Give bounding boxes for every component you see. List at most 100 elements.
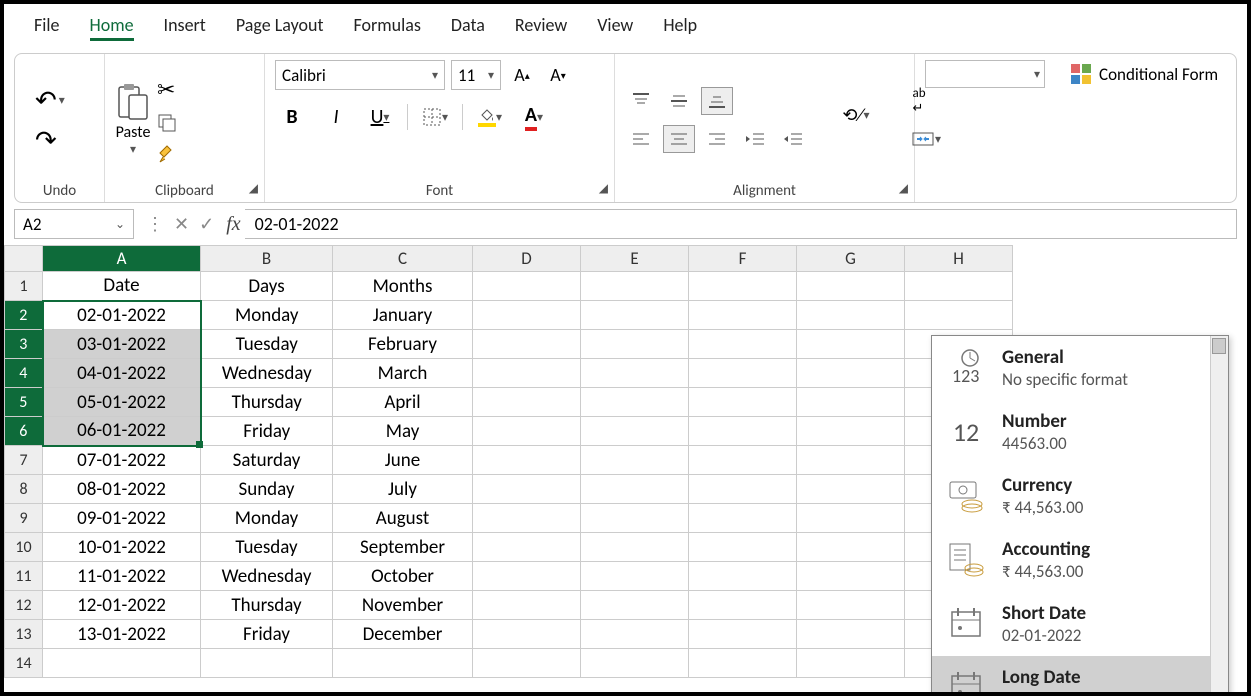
dropdown-scrollbar[interactable] — [1210, 336, 1228, 692]
cell[interactable]: June — [333, 446, 473, 475]
clipboard-launcher[interactable]: ◢ — [249, 181, 258, 196]
cell[interactable] — [473, 533, 581, 562]
cell[interactable] — [797, 330, 905, 359]
cell[interactable] — [797, 388, 905, 417]
cell[interactable]: September — [333, 533, 473, 562]
cell[interactable]: 05-01-2022 — [43, 388, 201, 417]
cell[interactable] — [473, 417, 581, 446]
cell[interactable]: Saturday — [201, 446, 333, 475]
cell[interactable] — [581, 533, 689, 562]
cell[interactable] — [581, 649, 689, 678]
alignment-launcher[interactable]: ◢ — [899, 181, 908, 196]
cell[interactable]: 12-01-2022 — [43, 591, 201, 620]
tab-review[interactable]: Review — [515, 12, 567, 41]
cell[interactable] — [905, 301, 1013, 330]
align-center-button[interactable] — [663, 125, 695, 153]
name-box[interactable]: A2⌄ — [14, 209, 134, 239]
align-right-button[interactable] — [701, 125, 733, 153]
cell[interactable]: Days — [201, 272, 333, 301]
col-header-d[interactable]: D — [473, 246, 581, 272]
cell[interactable] — [473, 272, 581, 301]
cell[interactable]: 03-01-2022 — [43, 330, 201, 359]
format-option-number[interactable]: 12 Number 44563.00 — [932, 400, 1228, 464]
tab-file[interactable]: File — [34, 12, 60, 41]
row-header[interactable]: 1 — [5, 272, 43, 301]
select-all-button[interactable] — [5, 246, 43, 272]
increase-indent-button[interactable] — [777, 125, 809, 153]
format-option-shortdate[interactable]: Short Date 02-01-2022 — [932, 592, 1228, 656]
cell[interactable] — [797, 272, 905, 301]
fx-button[interactable]: fx — [226, 213, 240, 236]
row-header[interactable]: 10 — [5, 533, 43, 562]
cell[interactable]: Months — [333, 272, 473, 301]
align-top-button[interactable] — [625, 87, 657, 115]
tab-formulas[interactable]: Formulas — [354, 12, 421, 41]
cell[interactable] — [689, 417, 797, 446]
row-header[interactable]: 4 — [5, 359, 43, 388]
tab-view[interactable]: View — [597, 12, 633, 41]
increase-font-button[interactable]: A▴ — [507, 60, 537, 90]
cell[interactable] — [581, 475, 689, 504]
formula-options-icon[interactable]: ⋮ — [146, 213, 164, 235]
underline-button[interactable]: U ▾ — [363, 102, 397, 132]
accept-formula-button[interactable]: ✓ — [199, 213, 214, 235]
cell[interactable]: Date — [43, 272, 201, 301]
cell[interactable]: Friday — [201, 620, 333, 649]
cancel-formula-button[interactable]: ✕ — [174, 213, 189, 235]
cell[interactable]: 13-01-2022 — [43, 620, 201, 649]
orientation-button[interactable]: ⟲⁄ ▾ — [833, 101, 879, 129]
tab-home[interactable]: Home — [90, 12, 134, 41]
cell[interactable]: Tuesday — [201, 330, 333, 359]
align-left-button[interactable] — [625, 125, 657, 153]
cell[interactable] — [473, 388, 581, 417]
fill-color-button[interactable]: ▾ — [473, 102, 507, 132]
cell[interactable] — [689, 591, 797, 620]
cell[interactable] — [797, 446, 905, 475]
cell[interactable]: 04-01-2022 — [43, 359, 201, 388]
cell[interactable]: Monday — [201, 301, 333, 330]
cell[interactable] — [473, 504, 581, 533]
cell[interactable] — [581, 504, 689, 533]
col-header-g[interactable]: G — [797, 246, 905, 272]
cell[interactable]: January — [333, 301, 473, 330]
cell[interactable]: 10-01-2022 — [43, 533, 201, 562]
row-header[interactable]: 7 — [5, 446, 43, 475]
cell[interactable] — [905, 272, 1013, 301]
font-name-select[interactable]: Calibri▾ — [275, 60, 445, 90]
decrease-indent-button[interactable] — [739, 125, 771, 153]
cell[interactable]: 11-01-2022 — [43, 562, 201, 591]
cell[interactable]: July — [333, 475, 473, 504]
cell[interactable] — [689, 301, 797, 330]
cell[interactable]: October — [333, 562, 473, 591]
undo-button[interactable]: ↶▾ — [35, 84, 65, 116]
format-option-longdate[interactable]: Long Date 02 January 2022 — [932, 656, 1228, 692]
cell[interactable] — [797, 301, 905, 330]
cell[interactable] — [473, 330, 581, 359]
cell[interactable]: Thursday — [201, 388, 333, 417]
cell[interactable] — [797, 359, 905, 388]
cell[interactable]: August — [333, 504, 473, 533]
cell[interactable]: December — [333, 620, 473, 649]
row-header[interactable]: 5 — [5, 388, 43, 417]
cell[interactable] — [797, 591, 905, 620]
row-header[interactable]: 8 — [5, 475, 43, 504]
cell[interactable]: Friday — [201, 417, 333, 446]
row-header[interactable]: 13 — [5, 620, 43, 649]
cell[interactable]: November — [333, 591, 473, 620]
cell[interactable] — [581, 359, 689, 388]
cell[interactable]: 09-01-2022 — [43, 504, 201, 533]
col-header-h[interactable]: H — [905, 246, 1013, 272]
bold-button[interactable]: B — [275, 102, 309, 132]
tab-pagelayout[interactable]: Page Layout — [236, 12, 324, 41]
row-header[interactable]: 6 — [5, 417, 43, 446]
cell[interactable] — [581, 272, 689, 301]
cell[interactable] — [581, 591, 689, 620]
cell[interactable]: May — [333, 417, 473, 446]
cell[interactable] — [797, 620, 905, 649]
cell[interactable]: 06-01-2022 — [43, 417, 201, 446]
align-middle-button[interactable] — [663, 87, 695, 115]
borders-button[interactable]: ▾ — [418, 102, 452, 132]
cell[interactable] — [473, 591, 581, 620]
font-color-button[interactable]: A▾ — [517, 102, 551, 132]
cell[interactable]: 02-01-2022 — [43, 301, 201, 330]
